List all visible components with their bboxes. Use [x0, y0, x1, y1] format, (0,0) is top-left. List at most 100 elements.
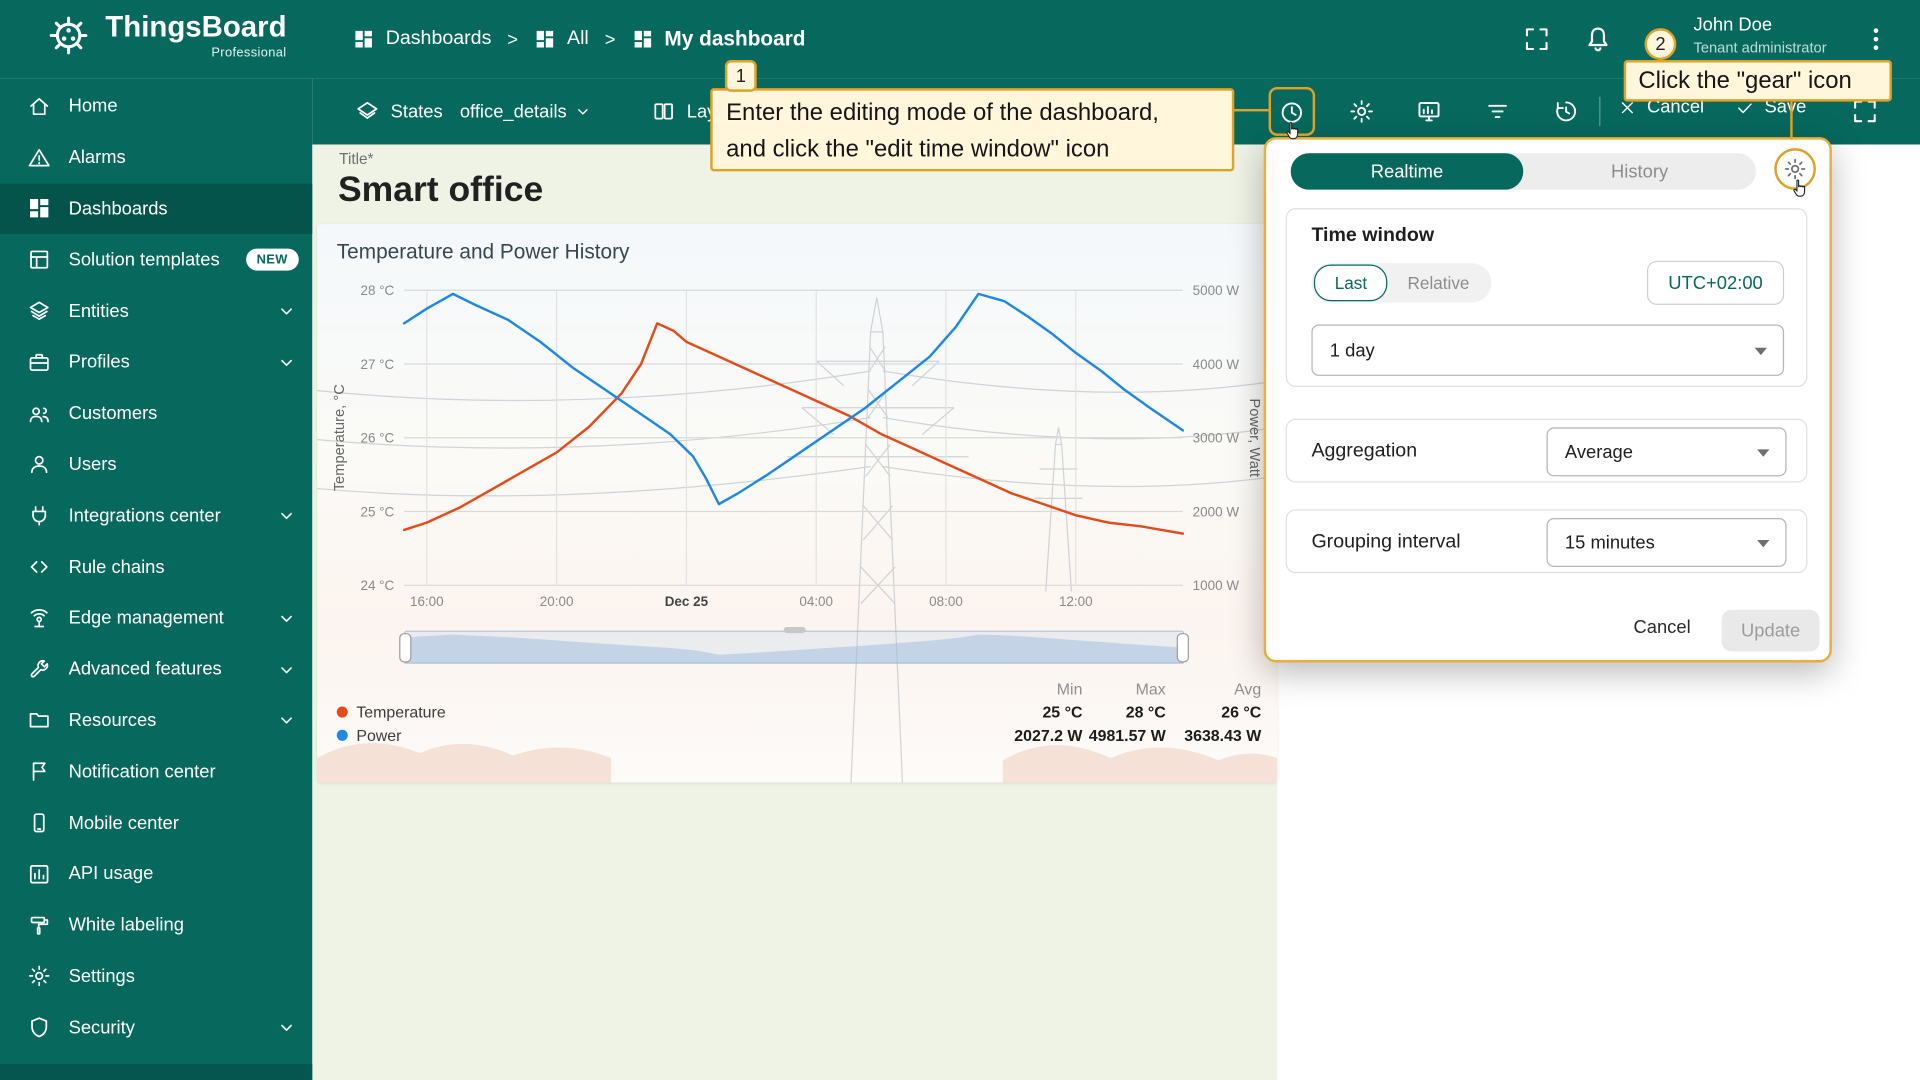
sidebar-item-dashboards[interactable]: Dashboards: [0, 183, 313, 235]
edge-management-icon: [30, 608, 48, 628]
aggregation-select[interactable]: Average: [1546, 427, 1787, 477]
resources-icon: [29, 713, 49, 729]
svg-text:Dec 25: Dec 25: [665, 594, 709, 609]
version-control-button[interactable]: [1553, 98, 1580, 125]
sidebar-label: Integrations center: [68, 505, 221, 527]
toggle-relative[interactable]: Relative: [1388, 266, 1489, 300]
state-select[interactable]: office_details: [460, 101, 593, 122]
sidebar-label: White labeling: [68, 914, 184, 936]
cursor-pointer-icon: [1286, 121, 1299, 140]
toolbar-divider: [1599, 96, 1601, 127]
dashboards-icon: [634, 30, 651, 48]
sidebar-item-profiles[interactable]: Profiles: [0, 337, 312, 388]
sidebar-label: Customers: [68, 403, 158, 424]
app: ThingsBoard Professional Dashboards > Al…: [0, 0, 1920, 1080]
brush-selection[interactable]: [404, 630, 1185, 664]
callout-connector-2: [1790, 101, 1793, 140]
tab-history[interactable]: History: [1523, 153, 1756, 190]
user-menu[interactable]: John Doe Tenant administrator: [1693, 13, 1826, 58]
fullscreen-icon: [1525, 28, 1548, 51]
svg-text:28 °C: 28 °C: [360, 283, 394, 298]
dashboard-title-input[interactable]: Smart office: [338, 170, 543, 210]
sidebar: Home Alarms Dashboards Solution template…: [0, 78, 313, 1080]
sidebar-item-mobile-center[interactable]: Mobile center: [0, 797, 312, 848]
sidebar-item-integrations-center[interactable]: Integrations center: [0, 490, 312, 541]
sidebar-item-customers[interactable]: Customers: [0, 388, 312, 439]
toolbar-left: States office_details Layouts: [355, 78, 751, 144]
grouping-interval-label: Grouping interval: [1311, 531, 1461, 553]
svg-text:12:00: 12:00: [1059, 594, 1093, 609]
sidebar-label: Mobile center: [68, 812, 179, 834]
sidebar-item-settings[interactable]: Settings: [0, 951, 312, 1002]
legend-series-label: Power: [356, 726, 402, 745]
sidebar-item-notification-center[interactable]: Notification center: [0, 746, 312, 797]
entity-aliases-button[interactable]: [1416, 98, 1443, 125]
legend-series-label: Temperature: [356, 702, 446, 722]
brush-handle-left[interactable]: [399, 633, 412, 663]
breadcrumb-my-dashboard[interactable]: My dashboard: [631, 27, 806, 51]
bell-icon: [1588, 27, 1608, 52]
cursor-pointer-icon: [1793, 179, 1806, 197]
breadcrumb-all[interactable]: All: [534, 28, 589, 50]
sidebar-label: API usage: [68, 863, 154, 885]
sidebar-item-home[interactable]: Home: [0, 81, 312, 132]
legend-value: 28 °C: [1125, 702, 1166, 722]
popup-cancel-button[interactable]: Cancel: [1633, 617, 1690, 638]
brush-handle-right[interactable]: [1176, 633, 1189, 663]
filters-button[interactable]: [1484, 98, 1511, 125]
sidebar-item-advanced-features[interactable]: Advanced features: [0, 644, 312, 695]
brush-grip[interactable]: [783, 626, 806, 634]
legend-series-temperature[interactable]: Temperature: [336, 702, 997, 722]
security-shield-icon: [31, 1017, 48, 1038]
states-icon: [357, 101, 378, 119]
sidebar-item-solution-templates[interactable]: Solution templates NEW: [0, 234, 312, 285]
logo[interactable]: ThingsBoard Professional: [44, 11, 287, 60]
time-brush[interactable]: [399, 626, 1189, 667]
toggle-last[interactable]: Last: [1313, 264, 1388, 302]
rule-chains-icon: [30, 561, 48, 573]
sidebar-label: Solution templates: [68, 249, 220, 271]
thingsboard-logo-icon: [49, 16, 88, 55]
interval-select[interactable]: 1 day: [1311, 324, 1785, 376]
chart-widget[interactable]: Temperature and Power History 24 °C 1000 …: [317, 224, 1278, 783]
chevron-down-icon: [281, 513, 292, 520]
callout-text-line1: Enter the editing mode of the dashboard,: [726, 99, 1159, 127]
sidebar-item-entities[interactable]: Entities: [0, 286, 312, 337]
sidebar-label: Profiles: [68, 351, 130, 373]
tab-realtime[interactable]: Realtime: [1290, 153, 1524, 190]
states-label: States: [390, 101, 443, 122]
sidebar-item-rule-chains[interactable]: Rule chains: [0, 541, 312, 592]
sidebar-label: Edge management: [68, 607, 224, 629]
sidebar-item-edge-management[interactable]: Edge management: [0, 593, 312, 644]
time-window-section: Time window Last Relative UTC+02:00 1 da…: [1285, 208, 1808, 387]
svg-text:25 °C: 25 °C: [360, 504, 394, 519]
svg-text:4000 W: 4000 W: [1193, 357, 1240, 372]
sidebar-item-users[interactable]: Users: [0, 439, 312, 490]
breadcrumb-dashboards[interactable]: Dashboards: [353, 28, 491, 50]
sidebar-item-white-labeling[interactable]: White labeling: [0, 900, 312, 951]
timezone-button[interactable]: UTC+02:00: [1646, 260, 1785, 305]
logo-text: ThingsBoard Professional: [105, 11, 286, 60]
integrations-icon: [32, 506, 47, 526]
sidebar-label: Notification center: [68, 761, 216, 783]
api-usage-icon: [29, 864, 49, 884]
history-icon: [1556, 101, 1577, 122]
legend-series-power[interactable]: Power: [336, 726, 997, 745]
notifications-button[interactable]: [1582, 23, 1614, 55]
legend-header-min: Min: [1056, 679, 1083, 698]
dashboard-settings-button[interactable]: [1348, 98, 1375, 125]
sidebar-item-resources[interactable]: Resources: [0, 695, 312, 746]
popup-update-button[interactable]: Update: [1721, 609, 1820, 652]
sidebar-label: Resources: [68, 710, 157, 731]
grouping-interval-select[interactable]: 15 minutes: [1546, 517, 1787, 567]
svg-text:Temperature, °C: Temperature, °C: [332, 384, 348, 491]
sidebar-item-alarms[interactable]: Alarms: [0, 132, 312, 183]
profiles-icon: [29, 353, 49, 371]
fullscreen-button[interactable]: [1522, 24, 1551, 53]
sidebar-item-security[interactable]: Security: [0, 1002, 312, 1053]
callout-text: Click the "gear" icon: [1638, 67, 1852, 95]
more-menu-button[interactable]: [1861, 24, 1890, 53]
power-dot-icon: [336, 729, 348, 741]
sidebar-item-api-usage[interactable]: API usage: [0, 849, 312, 900]
breadcrumb-separator: >: [507, 28, 519, 50]
